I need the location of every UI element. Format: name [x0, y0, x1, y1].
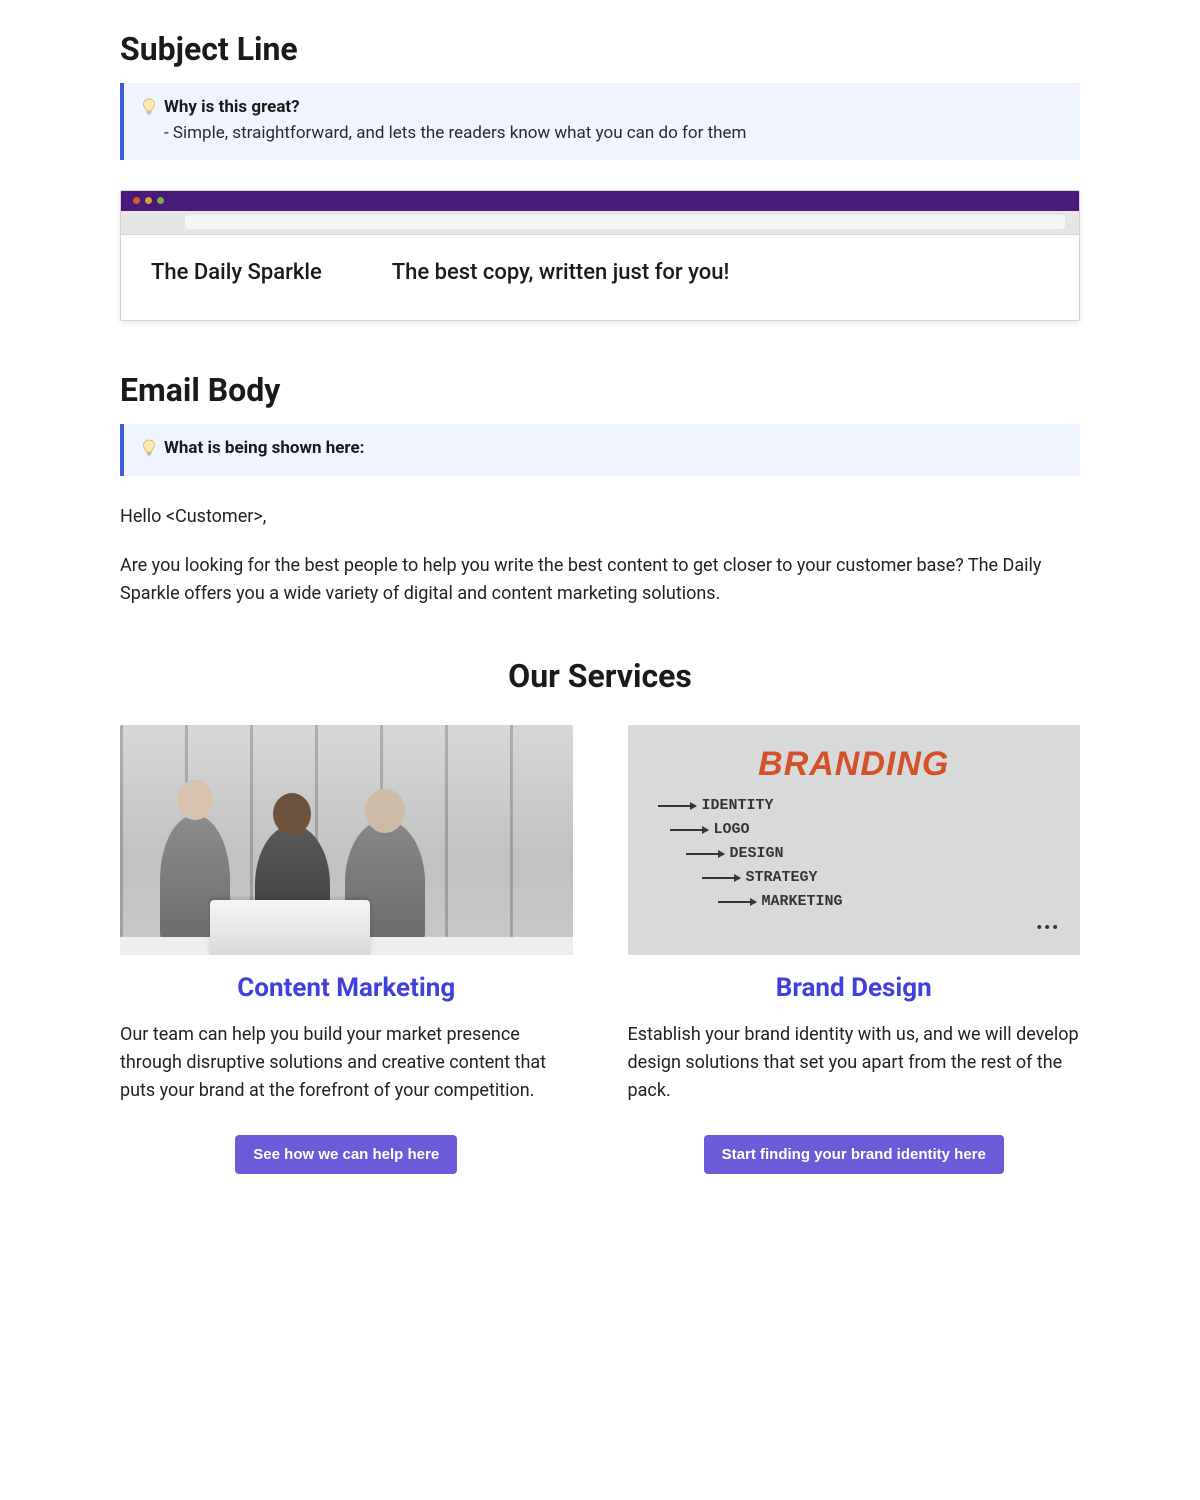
window-min-dot-icon: [145, 197, 152, 204]
email-subject: The best copy, written just for you!: [392, 260, 730, 285]
arrow-icon: [718, 901, 756, 903]
callout-title: What is being shown here:: [164, 438, 364, 458]
brand-design-cta-button[interactable]: Start finding your brand identity here: [704, 1135, 1004, 1174]
branding-list-item: DESIGN: [658, 842, 1061, 866]
email-body-heading: Email Body: [120, 371, 1080, 409]
content-marketing-cta-button[interactable]: See how we can help here: [235, 1135, 457, 1174]
branding-list: IDENTITY LOGO DESIGN STRATEGY MARKETING: [628, 784, 1081, 914]
email-sender: The Daily Sparkle: [151, 260, 322, 285]
service-description: Establish your brand identity with us, a…: [628, 1021, 1081, 1105]
window-close-dot-icon: [133, 197, 140, 204]
service-brand-design: BRANDING IDENTITY LOGO DESIGN STRATEGY M…: [628, 725, 1081, 1174]
branding-list-item: STRATEGY: [658, 866, 1061, 890]
email-body-callout: What is being shown here:: [120, 424, 1080, 476]
ellipsis-icon: •••: [1036, 918, 1060, 937]
services-grid: Content Marketing Our team can help you …: [120, 725, 1080, 1174]
callout-title: Why is this great?: [164, 97, 300, 117]
browser-address-field: [185, 215, 1065, 229]
service-description: Our team can help you build your market …: [120, 1021, 573, 1105]
browser-address-bar: [121, 211, 1079, 235]
lightbulb-icon: [142, 439, 156, 457]
email-intro-paragraph: Are you looking for the best people to h…: [120, 552, 1080, 608]
subject-line-heading: Subject Line: [120, 30, 1080, 68]
callout-body: - Simple, straightforward, and lets the …: [142, 121, 1062, 146]
our-services-heading: Our Services: [120, 657, 1080, 695]
laptop-icon: [210, 900, 370, 955]
arrow-icon: [658, 805, 696, 807]
person-icon: [177, 780, 213, 820]
service-title: Content Marketing: [237, 973, 455, 1003]
arrow-icon: [702, 877, 740, 879]
service-image-brand-design: BRANDING IDENTITY LOGO DESIGN STRATEGY M…: [628, 725, 1081, 955]
branding-title: BRANDING: [628, 725, 1081, 784]
browser-title-bar: [121, 191, 1079, 211]
branding-list-label: STRATEGY: [746, 866, 818, 890]
branding-list-item: LOGO: [658, 818, 1061, 842]
arrow-icon: [686, 853, 724, 855]
window-max-dot-icon: [157, 197, 164, 204]
service-image-content-marketing: [120, 725, 573, 955]
branding-list-item: IDENTITY: [658, 794, 1061, 818]
arrow-icon: [670, 829, 708, 831]
browser-preview: The Daily Sparkle The best copy, written…: [120, 190, 1080, 321]
service-content-marketing: Content Marketing Our team can help you …: [120, 725, 573, 1174]
service-title: Brand Design: [776, 973, 932, 1003]
lightbulb-icon: [142, 98, 156, 116]
branding-list-label: DESIGN: [730, 842, 784, 866]
branding-list-label: MARKETING: [762, 890, 843, 914]
email-greeting: Hello <Customer>,: [120, 506, 1080, 527]
subject-line-callout: Why is this great? - Simple, straightfor…: [120, 83, 1080, 160]
branding-list-label: IDENTITY: [702, 794, 774, 818]
branding-list-label: LOGO: [714, 818, 750, 842]
branding-list-item: MARKETING: [658, 890, 1061, 914]
